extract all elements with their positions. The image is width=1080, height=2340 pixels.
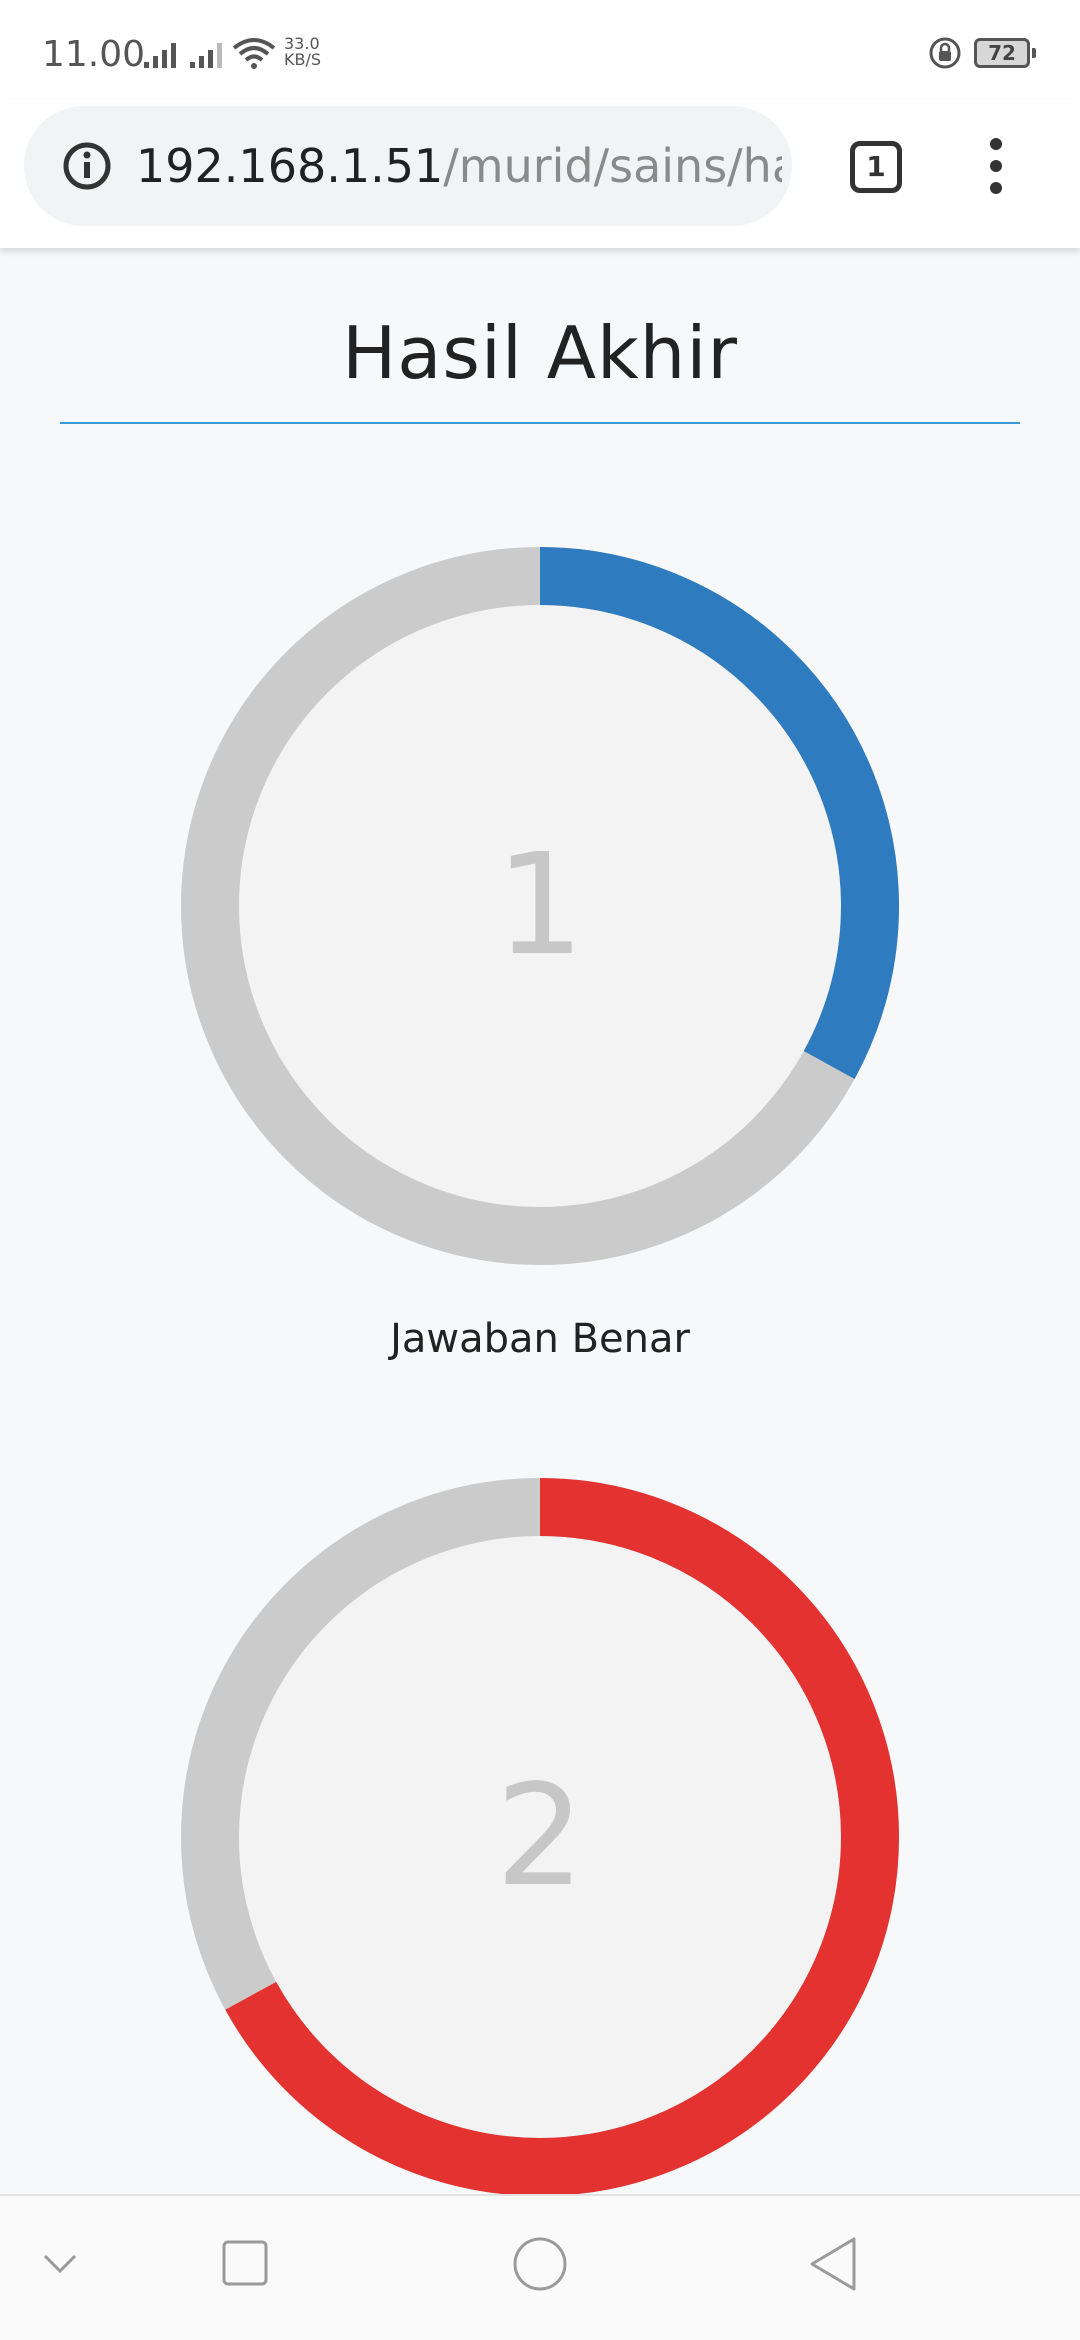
tab-switcher-button[interactable]: 1 — [850, 141, 902, 193]
system-nav-bar — [0, 2194, 1080, 2340]
wrong-count: 2 — [495, 1755, 585, 1918]
net-speed-unit: KB/S — [284, 50, 322, 69]
result-donut-correct: 1 — [180, 546, 900, 1266]
rotation-lock-icon — [929, 37, 961, 69]
result-donut-wrong: 2 — [180, 1477, 900, 2194]
net-speed: 33.0 KB/S — [284, 36, 321, 68]
square-icon[interactable] — [222, 2240, 268, 2286]
signal-2-icon — [190, 43, 222, 68]
url-host: 192.168.1.51 — [136, 139, 444, 193]
battery-indicator: 72 — [974, 38, 1030, 68]
url-text[interactable]: 192.168.1.51/murid/sains/ha — [136, 136, 782, 196]
signal-icon — [144, 43, 176, 68]
wifi-icon — [232, 38, 276, 69]
address-bar[interactable]: 192.168.1.51/murid/sains/ha — [24, 106, 792, 226]
more-vert-icon[interactable] — [984, 136, 1008, 196]
chevron-down-icon[interactable] — [42, 2252, 78, 2276]
page-title: Hasil Akhir — [342, 311, 738, 395]
page-content: Hasil Akhir 1 Jawaban Benar 2 — [0, 248, 1080, 2194]
triangle-back-icon[interactable] — [808, 2236, 858, 2292]
status-bar: 11.00 33.0 KB/S 72 — [0, 0, 1080, 100]
correct-label: Jawaban Benar — [390, 1316, 690, 1362]
url-path: /murid/sains/ha — [443, 139, 782, 193]
browser-toolbar: 192.168.1.51/murid/sains/ha 1 — [0, 100, 1080, 248]
status-time: 11.00 — [42, 34, 146, 75]
circle-icon[interactable] — [512, 2236, 568, 2292]
title-divider — [60, 422, 1020, 424]
battery-tip — [1032, 48, 1036, 58]
info-icon[interactable] — [62, 141, 112, 191]
correct-count: 1 — [495, 824, 585, 987]
